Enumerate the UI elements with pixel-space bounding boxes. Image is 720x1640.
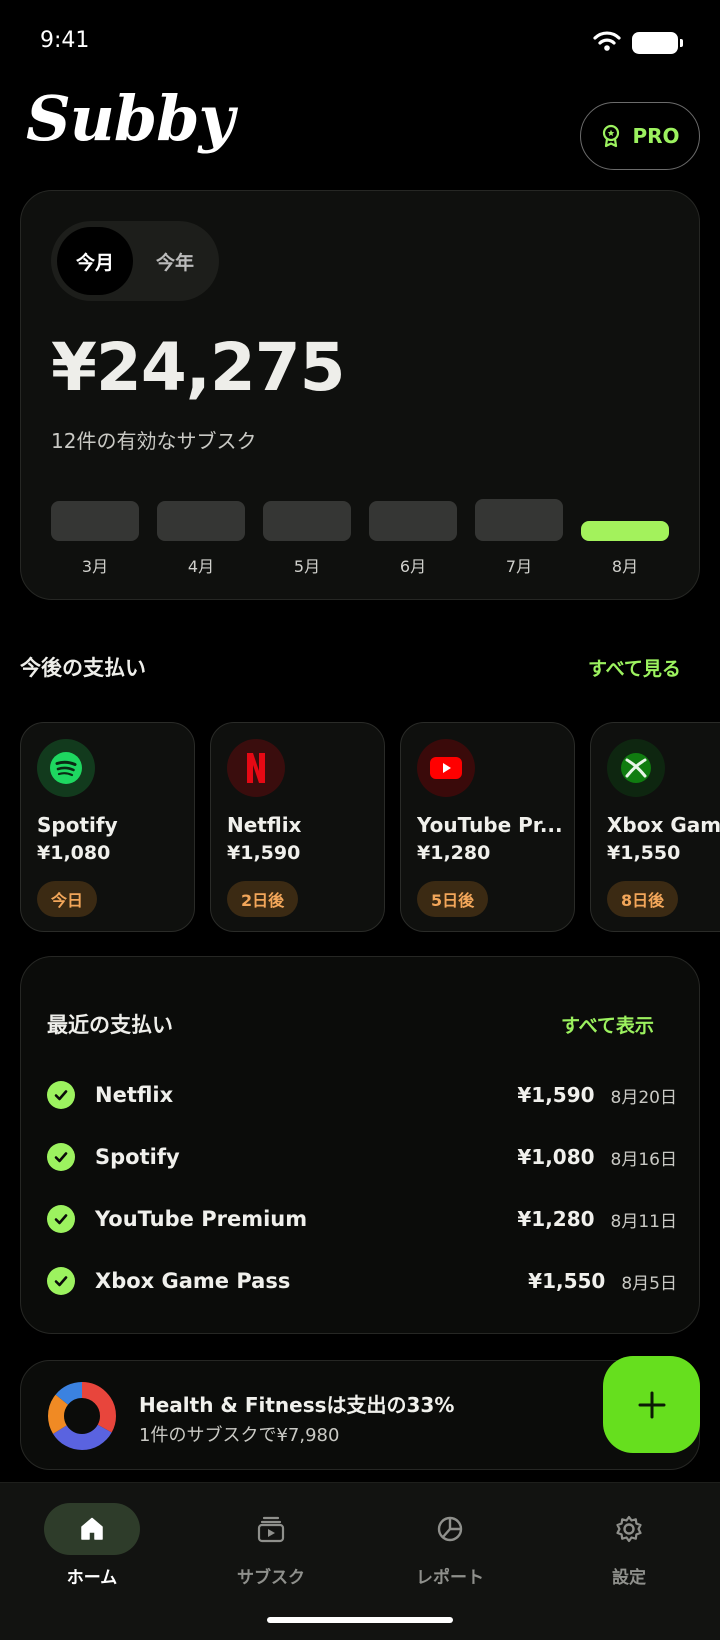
month-label: 5月 xyxy=(293,557,321,576)
month-bar-may xyxy=(263,501,351,541)
payment-price: ¥1,080 xyxy=(517,1145,595,1169)
period-toggle: 今月 今年 xyxy=(51,221,219,301)
youtube-icon xyxy=(417,739,475,797)
wifi-icon xyxy=(593,31,621,51)
settings-icon xyxy=(616,1515,642,1543)
month-label: 7月 xyxy=(505,557,533,576)
see-all-upcoming-link[interactable]: すべて見る xyxy=(588,654,681,681)
month-bar-aug xyxy=(581,521,669,541)
subscriptions-icon xyxy=(257,1516,285,1543)
add-subscription-button[interactable] xyxy=(603,1356,700,1453)
home-icon xyxy=(81,1517,103,1540)
month-label: 8月 xyxy=(611,557,639,576)
upcoming-price: ¥1,590 xyxy=(227,842,301,864)
nav-label: サブスク xyxy=(237,1568,305,1588)
recent-title: 最近の支払い xyxy=(47,1013,173,1037)
payment-name: Xbox Game Pass xyxy=(95,1269,291,1293)
month-bar-mar xyxy=(51,501,139,541)
home-indicator xyxy=(267,1617,453,1623)
upcoming-price: ¥1,080 xyxy=(37,842,111,864)
plus-icon xyxy=(638,1391,665,1418)
active-subscription-count: 12件の有効なサブスク xyxy=(51,429,257,453)
report-icon xyxy=(437,1516,463,1542)
month-label: 4月 xyxy=(187,557,215,576)
upcoming-name: Xbox Game xyxy=(607,813,720,837)
tab-this-month[interactable]: 今月 xyxy=(57,227,133,295)
check-icon xyxy=(47,1205,75,1233)
upcoming-price: ¥1,550 xyxy=(607,842,681,864)
recent-payments-card: 最近の支払い すべて表示 Netflix ¥1,590 8月20日 Spotif… xyxy=(20,956,700,1334)
payment-price: ¥1,550 xyxy=(528,1269,606,1293)
upcoming-price: ¥1,280 xyxy=(417,842,491,864)
nav-label: レポート xyxy=(416,1568,484,1588)
xbox-icon xyxy=(607,739,665,797)
payment-date: 8月5日 xyxy=(621,1273,677,1294)
upcoming-card-netflix[interactable]: Netflix ¥1,590 2日後 xyxy=(210,722,385,932)
payment-price: ¥1,280 xyxy=(517,1207,595,1231)
upcoming-name: Spotify xyxy=(37,813,118,837)
payment-name: YouTube Premium xyxy=(95,1207,308,1231)
tab-this-year[interactable]: 今年 xyxy=(137,227,213,295)
payment-name: Netflix xyxy=(95,1083,174,1107)
check-icon xyxy=(47,1267,75,1295)
insight-title: Health & Fitnessは支出の33% xyxy=(139,1393,455,1417)
payment-name: Spotify xyxy=(95,1145,180,1169)
due-badge: 2日後 xyxy=(227,881,299,917)
upcoming-card-youtube[interactable]: YouTube Pr... ¥1,280 5日後 xyxy=(400,722,575,932)
month-label: 3月 xyxy=(81,557,109,576)
due-badge: 今日 xyxy=(37,881,98,917)
payment-date: 8月20日 xyxy=(610,1087,677,1108)
nav-subscriptions[interactable]: サブスク xyxy=(181,1503,361,1588)
nav-settings[interactable]: 設定 xyxy=(539,1503,719,1588)
check-icon xyxy=(47,1081,75,1109)
award-icon xyxy=(603,124,620,148)
month-label: 6月 xyxy=(399,557,427,576)
due-badge: 5日後 xyxy=(417,881,489,917)
nav-label: ホーム xyxy=(66,1568,118,1588)
spotify-icon xyxy=(37,739,95,797)
payment-row[interactable]: Spotify ¥1,080 8月16日 xyxy=(47,1137,677,1177)
payment-date: 8月11日 xyxy=(610,1211,677,1232)
insight-subtitle: 1件のサブスクで¥7,980 xyxy=(139,1425,340,1446)
netflix-icon xyxy=(227,739,285,797)
upcoming-card-xbox[interactable]: Xbox Game ¥1,550 8日後 xyxy=(590,722,720,932)
total-amount: ¥24,275 xyxy=(51,329,346,406)
due-badge: 8日後 xyxy=(607,881,679,917)
check-icon xyxy=(47,1143,75,1171)
payment-row[interactable]: Netflix ¥1,590 8月20日 xyxy=(47,1075,677,1115)
upcoming-name: YouTube Pr... xyxy=(417,813,563,837)
month-bar-jul xyxy=(475,499,563,541)
status-time: 9:41 xyxy=(40,28,90,53)
pro-label: PRO xyxy=(632,124,680,148)
payment-row[interactable]: YouTube Premium ¥1,280 8月11日 xyxy=(47,1199,677,1239)
battery-icon xyxy=(632,32,683,54)
payment-price: ¥1,590 xyxy=(517,1083,595,1107)
see-all-recent-link[interactable]: すべて表示 xyxy=(561,1011,654,1038)
payment-date: 8月16日 xyxy=(610,1149,677,1170)
nav-report[interactable]: レポート xyxy=(360,1503,540,1588)
nav-home[interactable]: ホーム xyxy=(2,1503,182,1588)
pro-button[interactable]: PRO xyxy=(580,102,700,170)
payment-row[interactable]: Xbox Game Pass ¥1,550 8月5日 xyxy=(47,1261,677,1301)
category-donut-icon xyxy=(48,1382,116,1450)
upcoming-card-spotify[interactable]: Spotify ¥1,080 今日 xyxy=(20,722,195,932)
spending-summary-card: 今月 今年 ¥24,275 12件の有効なサブスク 3月 4月 5月 6月 7月… xyxy=(20,190,700,600)
nav-label: 設定 xyxy=(612,1568,646,1588)
month-bar-jun xyxy=(369,501,457,541)
upcoming-name: Netflix xyxy=(227,813,302,837)
upcoming-title: 今後の支払い xyxy=(20,656,146,680)
app-logo: Subby xyxy=(26,82,235,155)
month-bar-apr xyxy=(157,501,245,541)
category-insight-card[interactable]: Health & Fitnessは支出の33% 1件のサブスクで¥7,980 xyxy=(20,1360,700,1470)
